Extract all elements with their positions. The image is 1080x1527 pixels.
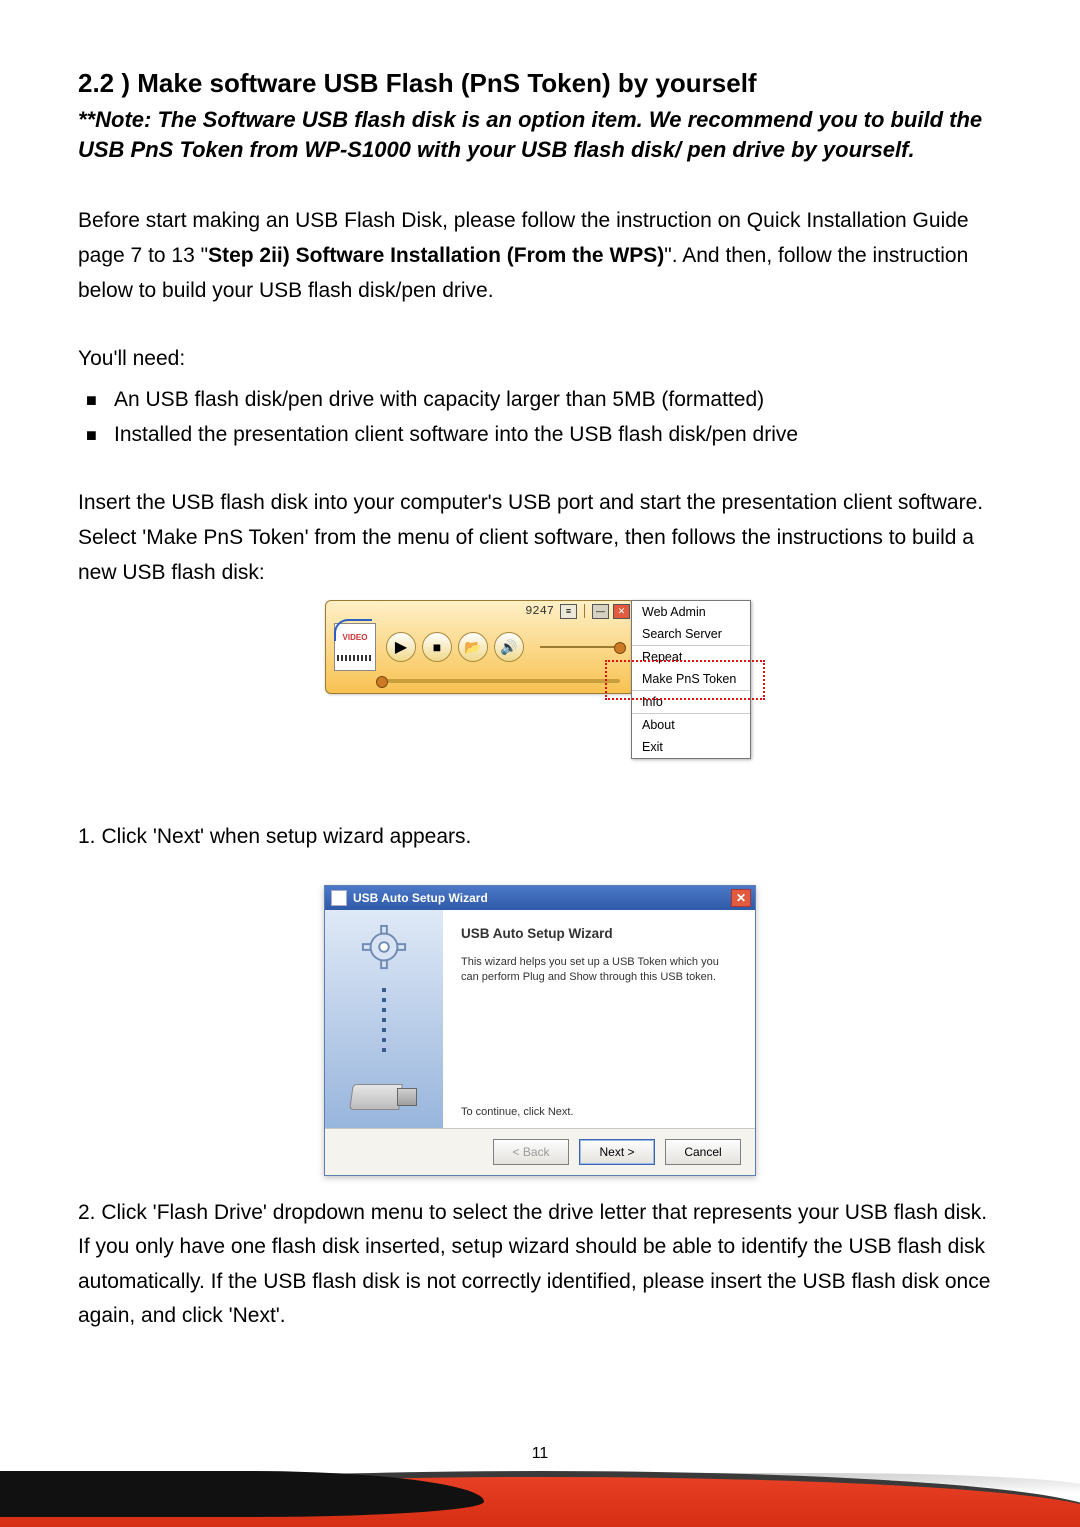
- minimize-icon[interactable]: —: [592, 604, 609, 619]
- step-1-text: Click 'Next' when setup wizard appears.: [102, 825, 472, 848]
- seek-slider[interactable]: [376, 679, 620, 683]
- needs-list: An USB flash disk/pen drive with capacit…: [78, 383, 1002, 452]
- player-panel: 9247 ≡ — ✕ VIDEO ▶ ■ 📂 🔊: [325, 600, 635, 694]
- list-item: Installed the presentation client softwa…: [78, 418, 1002, 453]
- menu-item-search-server[interactable]: Search Server: [632, 623, 750, 645]
- back-button[interactable]: < Back: [493, 1139, 569, 1165]
- note-text: **Note: The Software USB flash disk is a…: [78, 105, 1002, 164]
- window-icon: [331, 890, 347, 906]
- separator: [584, 604, 585, 618]
- close-icon[interactable]: ✕: [613, 604, 630, 619]
- cancel-button[interactable]: Cancel: [665, 1139, 741, 1165]
- wizard-content: USB Auto Setup Wizard This wizard helps …: [443, 910, 755, 1128]
- menu-item-repeat[interactable]: Repeat: [632, 645, 750, 668]
- wizard-sidebar: [325, 910, 443, 1128]
- stop-button[interactable]: ■: [422, 632, 452, 662]
- page-number: 11: [0, 1445, 1080, 1463]
- next-button[interactable]: Next >: [579, 1139, 655, 1165]
- menu-item-info[interactable]: Info: [632, 690, 750, 713]
- step-1-number: 1.: [78, 825, 96, 848]
- play-button[interactable]: ▶: [386, 632, 416, 662]
- document-page: 2.2 ) Make software USB Flash (PnS Token…: [0, 0, 1080, 1527]
- volume-slider[interactable]: [540, 646, 626, 648]
- footer-decoration: [0, 1427, 1080, 1527]
- menu-item-make-pns-token[interactable]: Make PnS Token: [632, 668, 750, 690]
- section-title: 2.2 ) Make software USB Flash (PnS Token…: [78, 68, 1002, 99]
- menu-item-web-admin[interactable]: Web Admin: [632, 601, 750, 623]
- player-menu-dropdown: Web Admin Search Server Repeat Make PnS …: [631, 600, 751, 759]
- decorative-arrow-icon: [334, 619, 372, 641]
- player-id-number: 9247: [525, 604, 554, 618]
- menu-item-exit[interactable]: Exit: [632, 736, 750, 758]
- gear-icon: [361, 924, 407, 970]
- wizard-close-button[interactable]: ✕: [731, 889, 751, 907]
- wizard-titlebar: USB Auto Setup Wizard ✕: [325, 886, 755, 910]
- insert-paragraph: Insert the USB flash disk into your comp…: [78, 486, 1002, 590]
- menu-icon[interactable]: ≡: [560, 604, 577, 619]
- step-1: 1. Click 'Next' when setup wizard appears…: [78, 820, 1002, 855]
- open-button[interactable]: 📂: [458, 632, 488, 662]
- wizard-button-row: < Back Next > Cancel: [325, 1128, 755, 1175]
- wizard-dialog-figure: USB Auto Setup Wizard ✕: [78, 885, 1002, 1176]
- step-2-text: 2. Click 'Flash Drive' dropdown menu to …: [78, 1196, 1002, 1335]
- player-controls: ▶ ■ 📂 🔊: [386, 632, 524, 662]
- list-item: An USB flash disk/pen drive with capacit…: [78, 383, 1002, 418]
- wizard-description: This wizard helps you set up a USB Token…: [461, 955, 737, 986]
- youll-need-label: You'll need:: [78, 342, 1002, 377]
- decorative-dots: [382, 988, 386, 1052]
- menu-item-about[interactable]: About: [632, 713, 750, 736]
- player-titlebar: 9247 ≡ — ✕: [326, 601, 634, 621]
- volume-button[interactable]: 🔊: [494, 632, 524, 662]
- usb-wizard-dialog: USB Auto Setup Wizard ✕: [324, 885, 756, 1176]
- intro-text-bold: Step 2ii) Software Installation (From th…: [208, 244, 664, 267]
- wizard-continue-hint: To continue, click Next.: [461, 1106, 737, 1118]
- client-software-figure: 9247 ≡ — ✕ VIDEO ▶ ■ 📂 🔊: [78, 600, 1002, 800]
- wizard-title-text: USB Auto Setup Wizard: [353, 891, 488, 905]
- wizard-heading: USB Auto Setup Wizard: [461, 926, 737, 941]
- intro-paragraph: Before start making an USB Flash Disk, p…: [78, 204, 1002, 308]
- usb-stick-icon: [351, 1070, 417, 1118]
